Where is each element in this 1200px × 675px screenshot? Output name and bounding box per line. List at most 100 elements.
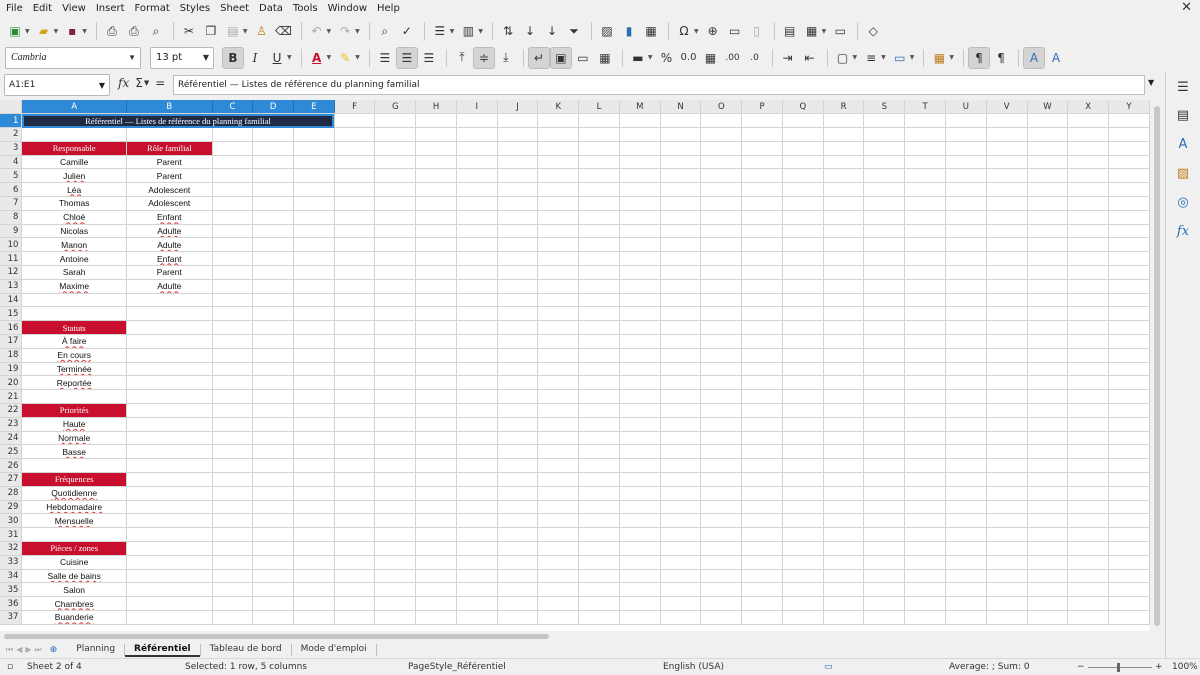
empty-cell[interactable] <box>782 513 824 529</box>
empty-cell[interactable] <box>1108 196 1150 211</box>
sheet-tab[interactable]: Planning <box>67 642 124 657</box>
empty-cell[interactable] <box>1027 182 1069 198</box>
row-header[interactable]: 37 <box>0 610 23 625</box>
empty-cell[interactable] <box>619 265 661 280</box>
empty-cell[interactable] <box>741 389 783 405</box>
empty-cell[interactable] <box>374 375 417 391</box>
empty-cell[interactable] <box>334 403 376 418</box>
empty-cell[interactable] <box>537 582 580 598</box>
comment-icon[interactable]: ▭ <box>725 21 745 41</box>
row-header[interactable]: 18 <box>0 348 23 363</box>
empty-cell[interactable] <box>945 127 987 142</box>
borders-icon[interactable]: ▢ <box>833 48 853 68</box>
empty-cell[interactable] <box>456 596 498 611</box>
empty-cell[interactable] <box>252 486 294 501</box>
left-to-right-icon[interactable]: ¶ <box>968 46 990 69</box>
empty-cell[interactable] <box>212 182 254 198</box>
empty-cell[interactable] <box>863 486 906 501</box>
empty-cell[interactable] <box>252 168 294 184</box>
empty-cell[interactable] <box>456 182 498 198</box>
empty-cell[interactable] <box>537 417 580 432</box>
empty-cell[interactable] <box>537 168 580 184</box>
empty-cell[interactable] <box>334 500 376 515</box>
empty-cell[interactable] <box>415 486 457 501</box>
empty-cell[interactable] <box>660 417 702 432</box>
empty-cell[interactable] <box>21 389 127 405</box>
empty-cell[interactable] <box>578 431 620 446</box>
row-header[interactable]: 32 <box>0 541 23 556</box>
empty-cell[interactable] <box>782 610 824 625</box>
empty-cell[interactable] <box>945 389 987 405</box>
wrap-text-icon[interactable]: ↵ <box>527 46 550 69</box>
empty-cell[interactable] <box>334 168 376 184</box>
zoom-level[interactable]: 100% <box>1172 662 1198 672</box>
undo-icon[interactable]: ↶ <box>307 21 327 41</box>
empty-cell[interactable] <box>293 582 335 598</box>
empty-cell[interactable] <box>863 265 906 280</box>
row-header[interactable]: 16 <box>0 320 23 336</box>
column-header[interactable]: L <box>578 100 620 115</box>
empty-cell[interactable] <box>660 251 702 267</box>
empty-cell[interactable] <box>904 417 946 432</box>
empty-cell[interactable] <box>374 486 417 501</box>
empty-cell[interactable] <box>1108 486 1150 501</box>
empty-cell[interactable] <box>904 500 946 515</box>
empty-cell[interactable] <box>741 265 783 280</box>
empty-cell[interactable] <box>1108 210 1150 225</box>
empty-cell[interactable] <box>1027 458 1069 474</box>
empty-cell[interactable] <box>374 196 417 211</box>
row-header[interactable]: 2 <box>0 127 23 142</box>
functions-icon[interactable]: fx <box>1174 222 1192 240</box>
hyperlink-icon[interactable]: ⊕ <box>703 21 723 41</box>
empty-cell[interactable] <box>415 472 457 487</box>
empty-cell[interactable] <box>252 541 294 556</box>
list-item-cell[interactable]: Julien <box>21 168 127 184</box>
empty-cell[interactable] <box>578 472 620 487</box>
empty-cell[interactable] <box>863 610 906 625</box>
empty-cell[interactable] <box>537 320 580 336</box>
empty-cell[interactable] <box>334 293 376 308</box>
freeze-dropdown-icon[interactable]: ▼ <box>822 28 827 35</box>
empty-cell[interactable] <box>660 182 702 198</box>
empty-cell[interactable] <box>1027 417 1069 432</box>
empty-cell[interactable] <box>619 362 661 377</box>
empty-cell[interactable] <box>126 541 213 556</box>
empty-cell[interactable] <box>578 486 620 501</box>
empty-cell[interactable] <box>212 596 254 611</box>
vertical-scroll-thumb[interactable] <box>1154 106 1160 626</box>
empty-cell[interactable] <box>619 403 661 418</box>
empty-cell[interactable] <box>126 293 213 308</box>
empty-cell[interactable] <box>374 472 417 487</box>
copy-icon[interactable]: ❐ <box>201 21 221 41</box>
empty-cell[interactable] <box>374 265 417 280</box>
empty-cell[interactable] <box>700 555 743 570</box>
empty-cell[interactable] <box>252 555 294 570</box>
empty-cell[interactable] <box>986 127 1028 142</box>
empty-cell[interactable] <box>945 555 987 570</box>
empty-cell[interactable] <box>126 582 213 598</box>
empty-cell[interactable] <box>212 127 254 142</box>
empty-cell[interactable] <box>252 596 294 611</box>
empty-cell[interactable] <box>497 569 539 584</box>
empty-cell[interactable] <box>374 513 417 529</box>
empty-cell[interactable] <box>823 458 865 474</box>
row-header[interactable]: 28 <box>0 486 23 501</box>
empty-cell[interactable] <box>619 182 661 198</box>
empty-cell[interactable] <box>252 513 294 529</box>
empty-cell[interactable] <box>782 306 824 322</box>
empty-cell[interactable] <box>700 444 743 460</box>
border-color-icon[interactable]: ▭ <box>890 48 910 68</box>
empty-cell[interactable] <box>456 362 498 377</box>
empty-cell[interactable] <box>252 265 294 280</box>
empty-cell[interactable] <box>986 348 1028 363</box>
selection-mode-icon[interactable]: ▭ <box>824 662 833 672</box>
empty-cell[interactable] <box>374 113 417 129</box>
border-style-icon[interactable]: ≡ <box>861 48 881 68</box>
empty-cell[interactable] <box>578 113 620 129</box>
close-document-icon[interactable]: ✕ <box>1181 0 1192 16</box>
empty-cell[interactable] <box>863 168 906 184</box>
list-item-cell[interactable]: À faire <box>21 334 127 349</box>
empty-cell[interactable] <box>415 196 457 211</box>
empty-cell[interactable] <box>945 251 987 267</box>
empty-cell[interactable] <box>1027 362 1069 377</box>
